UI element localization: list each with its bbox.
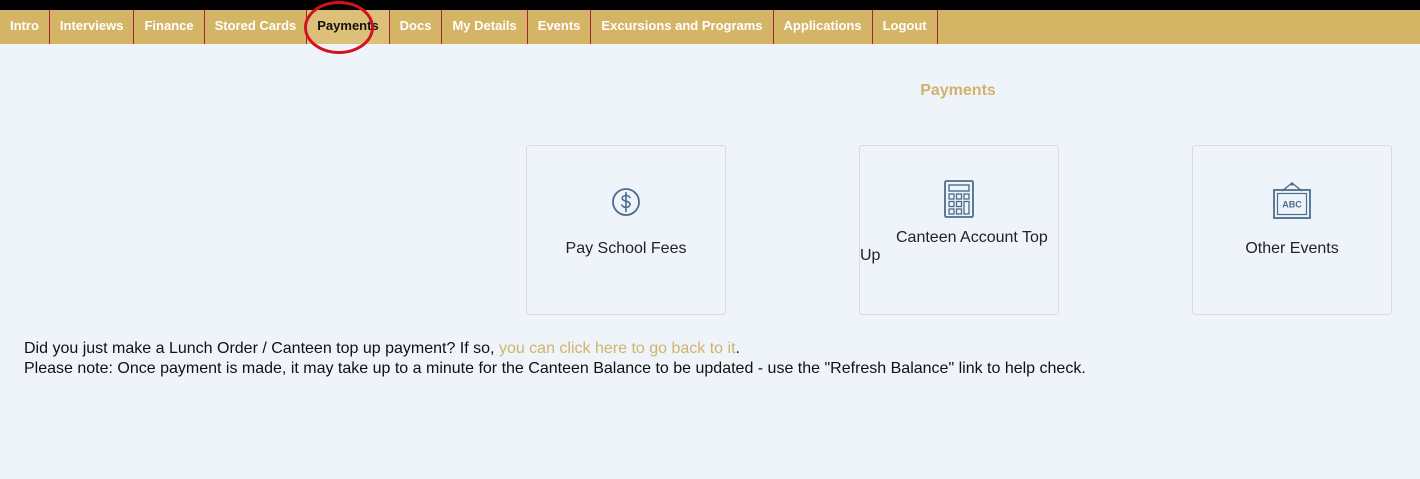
pay-school-fees-card[interactable]: Pay School Fees bbox=[526, 145, 726, 315]
other-events-label: Other Events bbox=[1245, 240, 1339, 257]
lunch-order-note-text: Did you just make a Lunch Order / Cantee… bbox=[24, 340, 499, 357]
canteen-balance-note: Please note: Once payment is made, it ma… bbox=[24, 360, 1086, 377]
other-events-card[interactable]: ABC Other Events bbox=[1192, 145, 1392, 315]
nav-item-events[interactable]: Events bbox=[528, 10, 592, 44]
payment-notes: Did you just make a Lunch Order / Cantee… bbox=[24, 339, 1086, 379]
nav-item-applications[interactable]: Applications bbox=[774, 10, 873, 44]
nav-item-interviews[interactable]: Interviews bbox=[50, 10, 135, 44]
canteen-top-up-label: Canteen Account Top Up bbox=[860, 229, 1058, 265]
main-nav: Intro Interviews Finance Stored Cards Pa… bbox=[0, 1, 1420, 54]
go-back-link[interactable]: you can click here to go back to it bbox=[499, 340, 736, 357]
nav-item-payments[interactable]: Payments bbox=[304, 1, 390, 54]
calculator-icon bbox=[944, 180, 974, 218]
abc-board-text: ABC bbox=[1282, 200, 1302, 210]
window-top-bar bbox=[0, 0, 1420, 10]
lunch-order-note: Did you just make a Lunch Order / Cantee… bbox=[24, 339, 1086, 359]
nav-item-stored-cards[interactable]: Stored Cards bbox=[205, 10, 308, 44]
abc-board-icon: ABC bbox=[1273, 182, 1311, 219]
nav-item-my-details[interactable]: My Details bbox=[442, 10, 528, 44]
lunch-order-note-suffix: . bbox=[735, 340, 740, 357]
nav-item-excursions[interactable]: Excursions and Programs bbox=[591, 10, 774, 44]
page-title: Payments bbox=[920, 82, 996, 99]
nav-item-intro[interactable]: Intro bbox=[0, 10, 50, 44]
canteen-label-line1: Canteen Account Top bbox=[896, 229, 1048, 246]
nav-item-docs[interactable]: Docs bbox=[390, 10, 443, 44]
nav-item-logout[interactable]: Logout bbox=[873, 10, 938, 44]
nav-item-finance[interactable]: Finance bbox=[134, 10, 205, 44]
pay-school-fees-label: Pay School Fees bbox=[565, 240, 687, 257]
canteen-top-up-card[interactable]: Canteen Account Top Up bbox=[859, 145, 1059, 315]
canteen-label-line2: Up bbox=[860, 247, 881, 264]
dollar-circle-icon bbox=[612, 188, 640, 216]
